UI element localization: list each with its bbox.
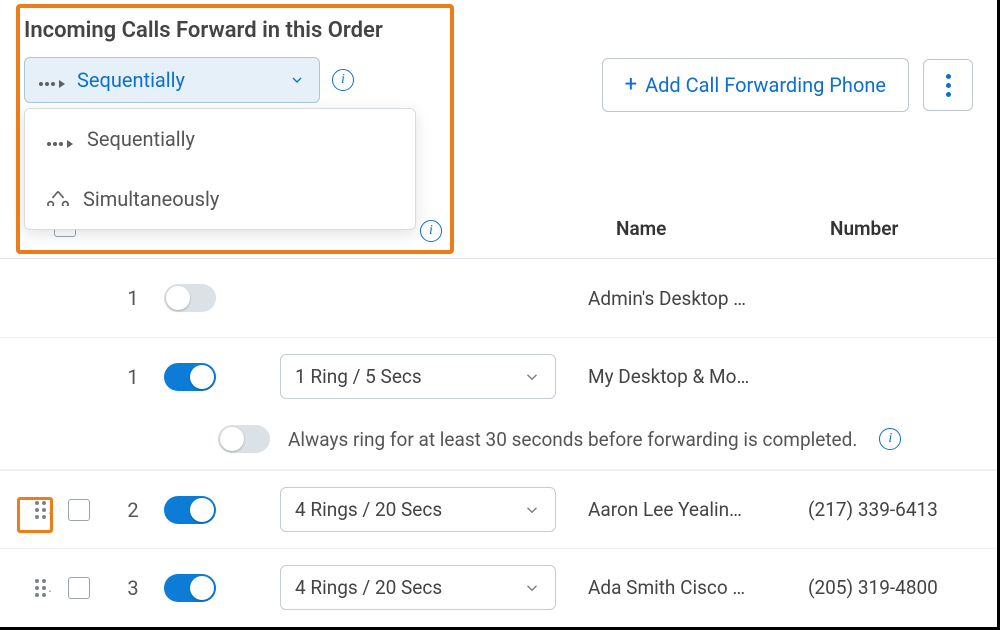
mode-option-sequentially[interactable]: Sequentially	[25, 109, 415, 169]
drag-handle[interactable]: .	[0, 579, 56, 597]
more-vertical-icon	[946, 74, 951, 97]
ring-duration-select[interactable]: 1 Ring / 5 Secs	[280, 354, 556, 399]
chevron-down-icon	[523, 368, 541, 386]
page-title: Incoming Calls Forward in this Order	[24, 18, 973, 43]
sequential-icon	[47, 127, 73, 151]
always-ring-info-icon[interactable]: i	[879, 428, 901, 450]
active-toggle[interactable]	[164, 284, 216, 312]
order-cell: 3	[102, 576, 164, 600]
ring-select-label: 4 Rings / 20 Secs	[295, 498, 442, 521]
column-number-header: Number	[830, 217, 898, 240]
active-toggle[interactable]	[164, 363, 216, 391]
number-cell: (217) 339-6413	[808, 498, 988, 521]
name-cell: My Desktop & Mo…	[588, 365, 808, 388]
phone-row: 1 1 Ring / 5 Secs My Desktop & Mo…	[0, 337, 997, 415]
simultaneous-icon	[47, 187, 69, 211]
name-cell: Aaron Lee Yealin…	[588, 498, 808, 521]
chevron-down-icon	[523, 579, 541, 597]
ring-duration-select[interactable]: 4 Rings / 20 Secs	[280, 565, 556, 610]
mode-dropdown-menu: Sequentially Simultaneously	[24, 108, 416, 230]
chevron-down-icon	[523, 501, 541, 519]
mode-info-icon[interactable]: i	[332, 69, 354, 91]
ring-info-icon[interactable]: i	[420, 220, 442, 242]
chevron-down-icon	[289, 72, 305, 88]
ring-duration-select[interactable]: 4 Rings / 20 Secs	[280, 487, 556, 532]
order-cell: 1	[102, 365, 164, 389]
phone-row: . 3 4 Rings / 20 Secs Ada Smith Cisco … …	[0, 548, 997, 626]
option-label: Simultaneously	[83, 187, 219, 211]
add-button-label: Add Call Forwarding Phone	[645, 73, 886, 97]
active-toggle[interactable]	[164, 574, 216, 602]
sequential-icon	[39, 70, 65, 91]
mode-select-label: Sequentially	[77, 68, 277, 92]
ring-select-label: 1 Ring / 5 Secs	[295, 365, 422, 388]
name-cell: Admin's Desktop …	[588, 287, 808, 310]
name-cell: Ada Smith Cisco …	[588, 576, 808, 599]
mode-option-simultaneously[interactable]: Simultaneously	[25, 169, 415, 229]
order-cell: 2	[102, 498, 164, 522]
always-ring-toggle[interactable]	[218, 425, 270, 453]
always-ring-row: Always ring for at least 30 seconds befo…	[0, 415, 997, 470]
drag-handle[interactable]: .	[0, 501, 56, 519]
number-cell: (205) 319-4800	[808, 576, 988, 599]
phone-row: 1 Admin's Desktop …	[0, 259, 997, 337]
order-cell: 1	[102, 286, 164, 310]
column-name-header: Name	[616, 217, 666, 240]
always-ring-text: Always ring for at least 30 seconds befo…	[288, 428, 857, 451]
row-checkbox[interactable]	[68, 499, 90, 521]
add-call-forwarding-button[interactable]: + Add Call Forwarding Phone	[602, 58, 909, 112]
row-checkbox[interactable]	[68, 577, 90, 599]
active-toggle[interactable]	[164, 496, 216, 524]
phone-row: . 2 4 Rings / 20 Secs Aaron Lee Yealin… …	[0, 470, 997, 548]
more-menu-button[interactable]	[923, 59, 973, 111]
ring-select-label: 4 Rings / 20 Secs	[295, 576, 442, 599]
mode-select[interactable]: Sequentially	[24, 57, 320, 103]
plus-icon: +	[625, 74, 637, 96]
option-label: Sequentially	[87, 127, 195, 151]
